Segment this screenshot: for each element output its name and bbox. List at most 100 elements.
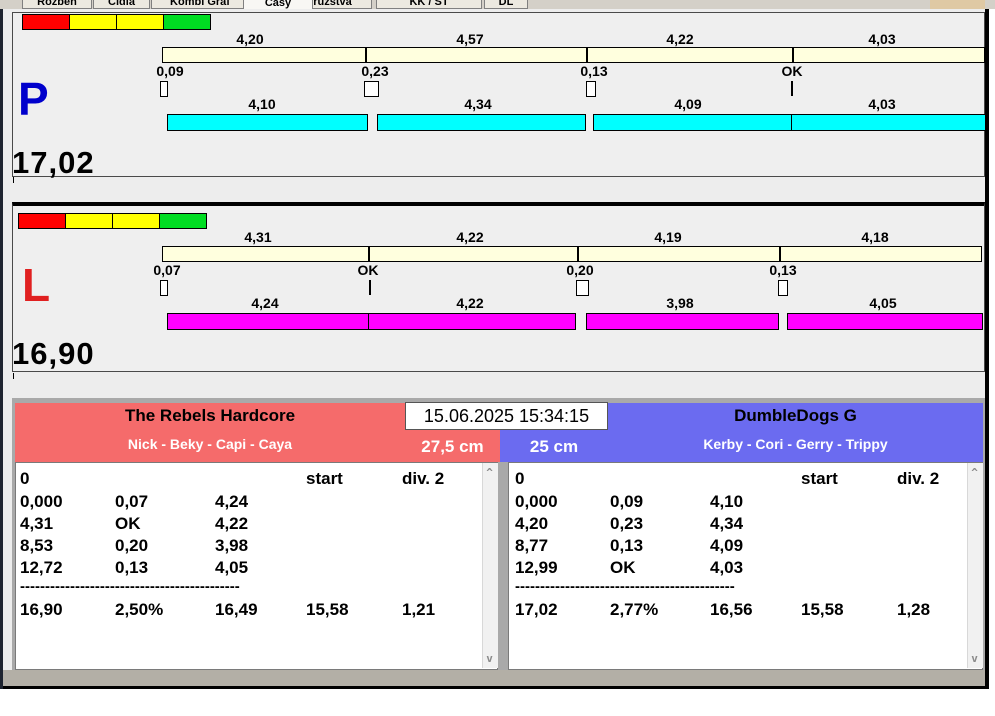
split-cell: 12,72 [20, 558, 63, 577]
split-cell: 0,000 [515, 492, 558, 511]
table-separator: ----------------------------------------… [20, 578, 240, 595]
split-cell: 0,13 [115, 558, 149, 577]
changeover-time-label: 0,09 [156, 63, 184, 79]
changeover-box [160, 280, 168, 296]
split-cell: 4,22 [215, 514, 249, 533]
changeover-box [160, 81, 168, 97]
panel-tick [13, 373, 14, 379]
datetime-box: 15.06.2025 15:34:15 [405, 402, 608, 430]
team-right-dogs: Kerby - Cori - Gerry - Trippy [703, 436, 888, 452]
hurdle-time-label: 4,20 [236, 31, 264, 47]
background-window-strip [930, 0, 985, 9]
scrollbar-right-table[interactable] [967, 463, 983, 668]
split-cell: 0,23 [610, 514, 644, 533]
hurdle-time-label: 4,03 [868, 31, 896, 47]
split-cell: 4,05 [215, 558, 249, 577]
total-cell: 16,90 [20, 600, 63, 619]
scroll-down-icon[interactable]: v [967, 652, 982, 665]
traffic-green-segment [163, 14, 211, 30]
run-time-label: 4,09 [674, 96, 702, 112]
ok-marker [791, 81, 793, 96]
split-cell: 0,07 [115, 492, 149, 511]
hurdle-time-label: 4,19 [654, 229, 682, 245]
changeover-time-label: OK [357, 262, 379, 278]
total-cell: 15,58 [306, 600, 349, 619]
run-bar-segment-l [586, 313, 779, 330]
run-bar-segment-l [368, 313, 576, 330]
bar-divider-tick [365, 47, 367, 63]
table-header-cell: 0 [515, 469, 525, 488]
total-cell: 16,49 [215, 600, 258, 619]
app-window: Rozběh Čidla Kombi Graf Časy Družstva KK… [0, 0, 995, 716]
tab-dl[interactable]: DL [484, 0, 528, 9]
lane-p-total-time: 17,02 [12, 145, 95, 180]
lane-p-letter: P [18, 73, 49, 125]
hurdle-bar-l [162, 246, 982, 262]
changeover-time-label: OK [781, 63, 803, 79]
team-left-jump-height: 27,5 cm [421, 437, 484, 456]
window-bottom-border [0, 686, 989, 689]
table-header-cell: 0 [20, 469, 30, 488]
bar-divider-tick [368, 246, 370, 262]
changeover-time-label: 0,07 [153, 262, 181, 278]
table-header-cell: div. 2 [897, 469, 940, 488]
traffic-red-segment [18, 213, 66, 229]
changeover-time-label: 0,13 [580, 63, 608, 79]
changeover-time-label: 0,20 [566, 262, 594, 278]
traffic-red-segment [22, 14, 70, 30]
scrollbar-left-table[interactable] [482, 463, 498, 668]
total-cell: 17,02 [515, 600, 558, 619]
window-right-border [985, 0, 989, 689]
split-cell: 3,98 [215, 536, 249, 555]
run-bar-segment-p [167, 114, 368, 131]
split-cell: 8,53 [20, 536, 54, 555]
window-left-border [0, 0, 3, 689]
table-header-cell: div. 2 [402, 469, 445, 488]
changeover-box [364, 81, 379, 97]
split-cell: 0,09 [610, 492, 644, 511]
run-time-label: 4,34 [464, 96, 492, 112]
tab-kk-st[interactable]: KK / ST [376, 0, 482, 9]
scroll-up-icon[interactable]: ^ [482, 466, 497, 479]
total-cell: 15,58 [801, 600, 844, 619]
run-bar-segment-l [787, 313, 983, 330]
traffic-yellow-segment [112, 213, 160, 229]
tab-rozbeh[interactable]: Rozběh [22, 0, 92, 9]
panel-tick [13, 177, 14, 183]
traffic-yellow-segment [116, 14, 164, 30]
split-cell: 4,31 [20, 514, 54, 533]
changeover-box [778, 280, 788, 296]
total-cell: 2,50% [115, 600, 164, 619]
split-cell: OK [610, 558, 636, 577]
run-bar-segment-p [791, 114, 986, 131]
split-cell: 4,34 [710, 514, 744, 533]
hurdle-time-label: 4,57 [456, 31, 484, 47]
table-header-cell: start [801, 469, 838, 488]
run-time-label: 4,24 [251, 295, 279, 311]
tab-cidla[interactable]: Čidla [93, 0, 150, 9]
split-cell: 0,20 [115, 536, 149, 555]
changeover-time-label: 0,13 [769, 262, 797, 278]
splits-table-left [15, 462, 498, 670]
ok-marker [369, 280, 371, 295]
team-left-name: The Rebels Hardcore [124, 406, 296, 425]
hurdle-time-label: 4,22 [666, 31, 694, 47]
run-bar-segment-l [167, 313, 369, 330]
run-time-label: 4,10 [248, 96, 276, 112]
traffic-light-p [22, 14, 211, 30]
total-cell: 1,28 [897, 600, 931, 619]
scroll-up-icon[interactable]: ^ [967, 466, 982, 479]
hurdle-time-label: 4,31 [244, 229, 272, 245]
split-cell: 12,99 [515, 558, 558, 577]
run-time-label: 4,05 [869, 295, 897, 311]
tab-casy-active[interactable]: Časy [243, 0, 313, 9]
traffic-green-segment [159, 213, 207, 229]
split-cell: 0,13 [610, 536, 644, 555]
split-cell: OK [115, 514, 141, 533]
bar-divider-tick [586, 47, 588, 63]
scroll-down-icon[interactable]: v [482, 652, 497, 665]
team-right-jump-height: 25 cm [529, 437, 579, 456]
split-cell: 0,000 [20, 492, 63, 511]
tab-kombi-graf[interactable]: Kombi Graf [151, 0, 249, 9]
run-time-label: 3,98 [666, 295, 694, 311]
